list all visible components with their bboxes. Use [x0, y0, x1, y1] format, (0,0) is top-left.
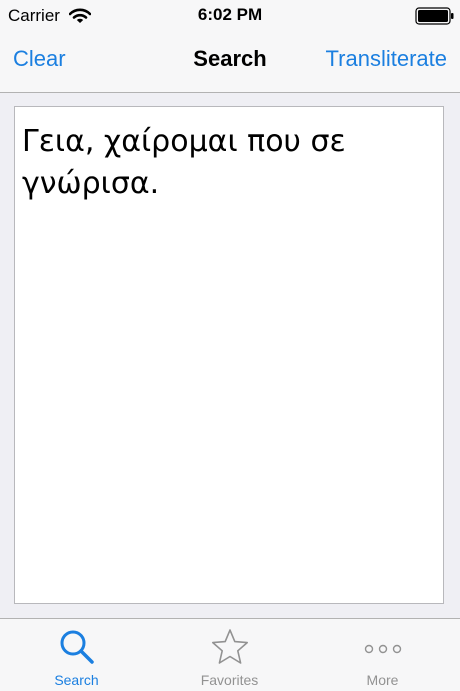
search-icon [60, 630, 94, 664]
input-text[interactable]: Γεια, χαίρομαι που σε γνώρισα. [22, 121, 432, 205]
more-icon [364, 644, 401, 654]
tab-favorites-label: Favorites [200, 672, 259, 688]
transliterate-button[interactable]: Transliterate [326, 46, 447, 72]
tab-more-label: More [366, 672, 399, 688]
tab-search-label: Search [54, 672, 99, 688]
tab-bar: Search Favorites More [0, 618, 460, 691]
tab-favorites[interactable]: Favorites [153, 619, 306, 691]
text-editor[interactable]: Γεια, χαίρομαι που σε γνώρισα. [14, 106, 444, 604]
tab-search[interactable]: Search [0, 619, 153, 691]
star-icon [211, 629, 248, 664]
status-time: 6:02 PM [197, 5, 263, 24]
navigation-bar: Clear Search Transliterate [0, 40, 460, 93]
battery-icon [415, 7, 454, 25]
status-bar: Carrier 6:02 PM [0, 0, 460, 40]
tab-more[interactable]: More [306, 619, 459, 691]
